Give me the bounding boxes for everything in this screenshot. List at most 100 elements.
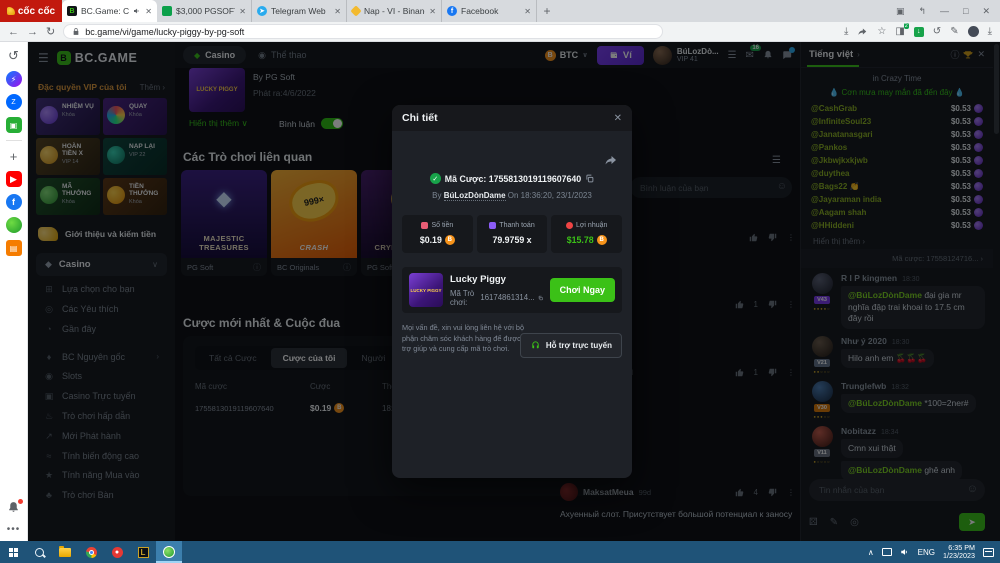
bet-id-row: ✓ Mã Cược: 1755813019119607640 <box>392 173 632 184</box>
downloads-tray-icon[interactable]: ⤓ <box>988 26 992 37</box>
notifications-bell-icon[interactable] <box>7 501 20 519</box>
notification-dot <box>18 499 23 504</box>
modal-close-icon[interactable]: ✕ <box>614 113 622 124</box>
windows-taskbar: ● L ∧ ENG 6:35 PM 1/23/2023 <box>0 541 1000 563</box>
taskbar-search-icon[interactable] <box>26 541 52 563</box>
reload-button[interactable]: ↻ <box>46 25 55 38</box>
action-center-icon[interactable] <box>983 548 994 557</box>
profile-avatar[interactable] <box>968 26 979 37</box>
recent-tabs-icon[interactable]: ↰ <box>918 6 926 17</box>
address-bar[interactable]: bc.game/vi/game/lucky-piggy-by-pg-soft <box>63 24 663 39</box>
taskbar-clock[interactable]: 6:35 PM 1/23/2023 <box>943 544 975 561</box>
chrome-icon[interactable] <box>78 541 104 563</box>
modal-header: Chi tiết ✕ <box>392 105 632 131</box>
tab-close-icon[interactable]: ✕ <box>334 7 341 16</box>
shopping-icon[interactable]: ▤ <box>6 240 22 256</box>
forward-button[interactable]: → <box>27 26 38 38</box>
game-name: Lucky Piggy <box>450 274 543 285</box>
edit-extension-icon[interactable]: ✎ <box>950 26 958 37</box>
coccoc-blocker-icon[interactable]: ◨2 <box>895 26 904 37</box>
stat-profit: Lợi nhuận $15.78B <box>551 215 622 253</box>
zalo-icon[interactable]: Z <box>6 94 22 110</box>
system-tray: ∧ ENG 6:35 PM 1/23/2023 <box>868 544 1000 561</box>
telegram-favicon: ➤ <box>257 6 267 16</box>
tab-close-icon[interactable]: ✕ <box>524 7 531 16</box>
tab-bcgame[interactable]: B BC.Game: Crypto Casino ( ✕ <box>62 0 157 22</box>
red-app-icon[interactable]: ● <box>104 541 130 563</box>
btc-coin-icon: B <box>445 235 455 245</box>
support-button[interactable]: Hỗ trợ trực tuyến <box>520 333 622 358</box>
network-icon[interactable] <box>882 548 892 556</box>
profit-icon <box>566 222 573 229</box>
bet-by-row: By BúLozDònDame On 18:36:20, 23/1/2023 <box>392 191 632 200</box>
stat-amount: Số tiền $0.19B <box>402 215 473 253</box>
tray-expand-icon[interactable]: ∧ <box>868 548 874 557</box>
coccoc-hat-icon <box>7 7 15 15</box>
share-icon[interactable] <box>604 153 618 171</box>
divider <box>6 140 22 141</box>
coccoc-logo[interactable]: cốc cốc <box>0 0 62 22</box>
volume-icon[interactable] <box>900 547 910 557</box>
verified-check-icon: ✓ <box>430 173 441 184</box>
copy-icon[interactable] <box>585 174 594 183</box>
game-id-value: 16174861314... <box>480 293 534 302</box>
stat-payout: Thanh toán 79.9759 x <box>477 215 548 253</box>
headset-icon <box>530 340 541 351</box>
browser-toolbar: ← → ↻ bc.game/vi/game/lucky-piggy-by-pg-… <box>0 22 1000 42</box>
more-icon[interactable]: ••• <box>7 524 21 535</box>
play-now-button[interactable]: Chơi Ngay <box>550 278 615 302</box>
history-icon[interactable]: ↺ <box>6 48 22 64</box>
coccoc-taskbar-icon[interactable] <box>156 541 182 563</box>
pgsoft-favicon <box>162 6 172 16</box>
bet-datetime: 18:36:20, 23/1/2023 <box>521 191 592 200</box>
language-indicator[interactable]: ENG <box>918 548 935 557</box>
tab-binance[interactable]: Nap - VI - Binance ✕ <box>347 0 442 22</box>
screen: cốc cốc B BC.Game: Crypto Casino ( ✕ $3,… <box>0 0 1000 563</box>
league-of-legends-icon[interactable]: L <box>130 541 156 563</box>
modal-game-card: LUCKY PIGGY Lucky Piggy Mã Trò chơi: 161… <box>402 267 622 313</box>
coccoc-games-icon[interactable] <box>6 217 22 233</box>
file-explorer-icon[interactable] <box>52 541 78 563</box>
modal-title: Chi tiết <box>402 112 438 124</box>
game-thumbnail[interactable]: LUCKY PIGGY <box>409 273 443 307</box>
coccoc-brand-label: cốc cốc <box>18 6 55 17</box>
copy-icon[interactable] <box>538 294 543 302</box>
extension-icon[interactable]: ↺ <box>933 26 941 37</box>
window-controls: ▣ ↰ — □ ✕ <box>886 0 1000 22</box>
maximize-button[interactable]: □ <box>963 6 968 16</box>
bet-username[interactable]: BúLozDònDame <box>444 191 506 201</box>
minimize-button[interactable]: — <box>940 6 949 16</box>
add-shortcut-icon[interactable]: + <box>6 148 22 164</box>
toolbar-icons: ⤓ ☆ ◨2 ↓ ↺ ✎ ⤓ <box>844 26 992 37</box>
facebook-icon[interactable]: f <box>6 194 22 210</box>
tab-close-icon[interactable]: ✕ <box>239 7 246 16</box>
browser-tabstrip: cốc cốc B BC.Game: Crypto Casino ( ✕ $3,… <box>0 0 1000 22</box>
download-manager-icon[interactable]: ↓ <box>914 27 924 37</box>
tab-search-icon[interactable]: ▣ <box>896 6 905 17</box>
youtube-icon[interactable]: ▶ <box>6 171 22 187</box>
browser-edge-sidebar: ↺ ⚡ Z ▣ + ▶ f ▤ ••• <box>0 42 28 541</box>
bcgame-site: ☰ B BC.GAME Đặc quyền VIP của tôi Thêm ›… <box>28 42 1000 541</box>
tab-pgsoft[interactable]: $3,000 PGSOFT Mid-Week M ✕ <box>157 0 252 22</box>
messenger-icon[interactable]: ⚡ <box>6 71 22 87</box>
close-button[interactable]: ✕ <box>982 6 990 17</box>
tab-close-icon[interactable]: ✕ <box>145 7 152 16</box>
bet-id-value: 1755813019119607640 <box>489 174 581 184</box>
start-button[interactable] <box>0 541 26 563</box>
money-icon <box>421 222 428 229</box>
share-icon[interactable] <box>857 27 868 36</box>
bookmark-star-icon[interactable]: ☆ <box>877 26 886 37</box>
back-button[interactable]: ← <box>8 26 19 38</box>
edge-bottom: ••• <box>7 501 21 535</box>
gamepad-icon[interactable]: ▣ <box>6 117 22 133</box>
tab-audio-icon[interactable] <box>133 7 141 15</box>
tab-telegram[interactable]: ➤ Telegram Web ✕ <box>252 0 347 22</box>
bet-details-modal: Chi tiết ✕ ✓ Mã Cược: 175581301911960764… <box>392 105 632 478</box>
tab-facebook[interactable]: f Facebook ✕ <box>442 0 537 22</box>
support-note: Mọi vấn đề, xin vui lòng liên hệ với bộ … <box>402 323 530 355</box>
binance-favicon <box>350 5 361 16</box>
new-tab-button[interactable]: + <box>537 0 557 22</box>
tab-close-icon[interactable]: ✕ <box>429 7 436 16</box>
save-page-icon[interactable]: ⤓ <box>844 26 848 37</box>
bcgame-favicon: B <box>67 6 77 16</box>
